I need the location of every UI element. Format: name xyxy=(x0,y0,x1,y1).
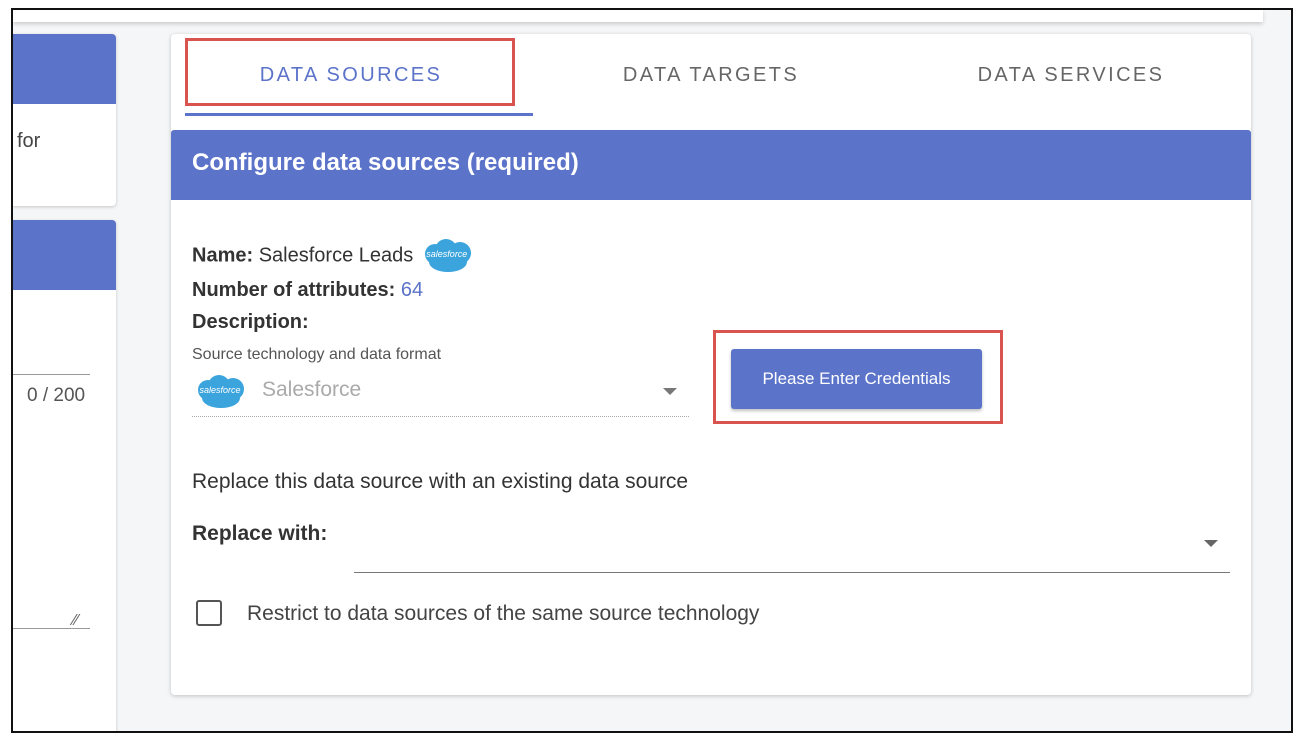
section-header: Configure data sources (required) xyxy=(171,130,1251,200)
left-panel-card-1: for xyxy=(13,34,116,206)
description-label: Description: xyxy=(192,311,309,333)
left-panel-truncated-text: for xyxy=(17,130,41,152)
left-panel-input-underline[interactable] xyxy=(13,374,90,375)
attributes-label: Number of attributes: xyxy=(192,279,396,301)
replace-with-label: Replace with: xyxy=(192,522,328,545)
tab-data-targets[interactable]: DATA TARGETS xyxy=(531,34,891,116)
active-tab-indicator xyxy=(185,113,533,116)
salesforce-logo-icon: salesforce xyxy=(192,374,248,410)
left-panel-textarea-underline[interactable] xyxy=(13,628,90,629)
section-title: Configure data sources (required) xyxy=(192,149,579,176)
char-counter: 0 / 200 xyxy=(27,385,86,406)
source-technology-value: Salesforce xyxy=(262,378,362,401)
name-label: Name: xyxy=(192,244,254,267)
left-panel-card-1-header xyxy=(13,34,116,104)
enter-credentials-button[interactable]: Please Enter Credentials xyxy=(731,349,982,409)
restrict-checkbox-label[interactable]: Restrict to data sources of the same sou… xyxy=(247,602,759,626)
restrict-checkbox[interactable] xyxy=(196,600,222,626)
resize-handle-icon[interactable]: ⁄⁄ xyxy=(73,612,78,630)
description-row: Description: xyxy=(192,311,309,334)
salesforce-logo-icon: salesforce xyxy=(419,238,475,274)
source-technology-select[interactable]: salesforce Salesforce xyxy=(192,366,689,417)
chevron-down-icon xyxy=(1204,540,1218,547)
screenshot-frame: for 0 / 200 ⁄⁄ DATA SOURCES DATA TARGETS… xyxy=(11,8,1293,733)
data-config-card: DATA SOURCES DATA TARGETS DATA SERVICES … xyxy=(171,34,1251,695)
tab-data-sources[interactable]: DATA SOURCES xyxy=(171,34,531,116)
replace-description: Replace this data source with an existin… xyxy=(192,470,689,493)
tab-bar: DATA SOURCES DATA TARGETS DATA SERVICES xyxy=(171,34,1251,116)
replace-with-select[interactable] xyxy=(354,514,1230,573)
left-panel-card-2-header xyxy=(13,220,116,290)
source-technology-label: Source technology and data format xyxy=(192,346,442,363)
tab-data-services[interactable]: DATA SERVICES xyxy=(891,34,1251,116)
attributes-value: 64 xyxy=(400,279,424,301)
name-value: Salesforce Leads xyxy=(258,244,414,267)
name-row: Name: Salesforce Leads salesforce xyxy=(192,238,475,274)
salesforce-logo-text: salesforce xyxy=(199,385,241,395)
left-panel-card-2: 0 / 200 ⁄⁄ xyxy=(13,220,116,731)
top-bar xyxy=(13,10,1263,22)
salesforce-logo-text: salesforce xyxy=(426,249,468,259)
chevron-down-icon xyxy=(663,388,677,395)
attributes-row: Number of attributes: 64 xyxy=(192,279,423,302)
